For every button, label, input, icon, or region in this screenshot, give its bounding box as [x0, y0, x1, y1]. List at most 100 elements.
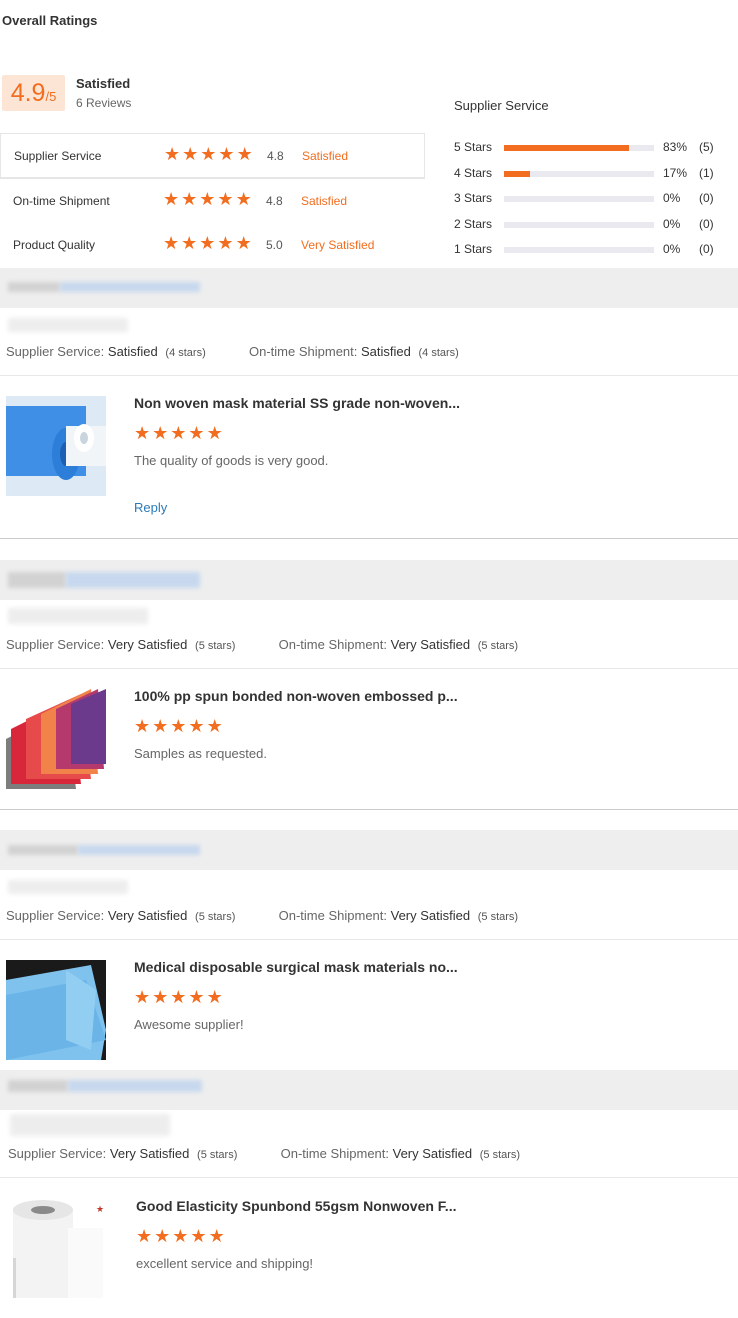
- category-level: Satisfied: [302, 149, 349, 163]
- product-title[interactable]: Non woven mask material SS grade non-wov…: [134, 395, 460, 411]
- star-icon: ★: [190, 1226, 207, 1247]
- breakdown-label: 1 Stars: [454, 242, 493, 256]
- category-row-supplier-service: Supplier Service ★ ★ ★ ★ ★ 4.8 Satisfied: [0, 133, 425, 178]
- breakdown-percent: 0%: [663, 191, 681, 205]
- breakdown-bar-track: [504, 221, 654, 228]
- category-score: 4.8: [267, 149, 284, 163]
- service-label: Supplier Service:: [6, 344, 105, 359]
- star-icon: ★: [206, 987, 223, 1008]
- category-ratings-table: Supplier Service ★ ★ ★ ★ ★ 4.8 Satisfied On-…: [0, 133, 425, 268]
- reviewer-name-blurred: [68, 1080, 202, 1092]
- breakdown-percent: 17%: [663, 165, 688, 180]
- star-icon: ★: [154, 1226, 171, 1247]
- category-name: Product Quality: [13, 238, 96, 252]
- shipment-label: On-time Shipment:: [249, 344, 358, 359]
- star-icon: ★: [200, 144, 217, 165]
- shipment-value: Very Satisfied: [390, 908, 471, 923]
- review-service-line: Supplier Service: Very Satisfied (5 star…: [6, 637, 518, 652]
- review-card: Supplier Service: Very Satisfied (5 star…: [0, 560, 738, 812]
- breakdown-row: 1 Stars 0% (0): [454, 240, 738, 266]
- white-fabric-roll-image[interactable]: ★: [8, 1198, 108, 1298]
- category-level: Satisfied: [301, 194, 348, 208]
- product-title[interactable]: 100% pp spun bonded non-woven embossed p…: [134, 688, 458, 704]
- category-stars: ★ ★ ★ ★ ★: [164, 146, 253, 164]
- reviewer-name-blurred: [60, 282, 200, 292]
- shipment-stars: (5 stars): [477, 640, 519, 652]
- svg-text:★: ★: [96, 1205, 104, 1215]
- breakdown-percent: 83%: [663, 140, 688, 154]
- shipment-stars: (4 stars): [418, 347, 459, 359]
- service-stars: (5 stars): [195, 911, 236, 923]
- breakdown-bar-fill: [504, 145, 629, 151]
- star-icon: ★: [164, 144, 181, 165]
- overall-score-denominator: /5: [45, 89, 57, 104]
- review-stars: ★ ★ ★ ★ ★: [134, 989, 223, 1007]
- review-date-blurred: [8, 608, 148, 624]
- star-icon: ★: [163, 233, 180, 254]
- reviewer-avatar-blurred: [8, 1080, 68, 1092]
- category-row-on-time-shipment: On-time Shipment ★ ★ ★ ★ ★ 4.8 Satisfied: [0, 178, 425, 223]
- star-icon: ★: [152, 423, 169, 444]
- breakdown-count: (1): [699, 165, 714, 180]
- shipment-label: On-time Shipment:: [278, 637, 387, 652]
- breakdown-bar-fill: [504, 170, 530, 177]
- star-icon: ★: [188, 987, 205, 1008]
- reviewer-header: [0, 1070, 738, 1110]
- star-icon: ★: [208, 1226, 225, 1247]
- reviewer-name-blurred: [66, 572, 200, 588]
- review-comment: excellent service and shipping!: [136, 1256, 314, 1271]
- review-stars: ★ ★ ★ ★ ★: [134, 718, 223, 736]
- review-card: Supplier Service: Very Satisfied (5 star…: [0, 830, 738, 1070]
- category-row-product-quality: Product Quality ★ ★ ★ ★ ★ 5.0 Very Satisfied: [0, 223, 425, 268]
- reply-link[interactable]: Reply: [134, 500, 167, 515]
- colored-fabric-sheets-image[interactable]: [6, 689, 106, 789]
- breakdown-bar-track: [504, 170, 654, 177]
- star-icon: ★: [182, 144, 199, 165]
- overall-score-badge: 4.9 /5: [2, 75, 65, 111]
- breakdown-percent: 0%: [663, 216, 681, 231]
- reviewer-avatar-blurred: [8, 845, 78, 855]
- blue-fabric-sheet-image[interactable]: [6, 960, 106, 1060]
- reviews-count: 6 Reviews: [76, 96, 132, 110]
- star-icon: ★: [136, 1226, 153, 1247]
- category-stars: ★ ★ ★ ★ ★: [163, 191, 252, 209]
- star-icon: ★: [170, 987, 187, 1008]
- star-icon: ★: [217, 189, 234, 210]
- reviewer-avatar-blurred: [8, 282, 60, 292]
- star-icon: ★: [218, 144, 235, 165]
- star-icon: ★: [181, 189, 198, 210]
- star-icon: ★: [199, 233, 216, 254]
- page-title: Overall Ratings: [2, 13, 98, 28]
- breakdown-title: Supplier Service: [454, 98, 549, 113]
- breakdown-label: 5 Stars: [454, 140, 493, 154]
- star-icon: ★: [181, 233, 198, 254]
- star-icon: ★: [217, 233, 234, 254]
- review-card: Supplier Service: Satisfied (4 stars) On…: [0, 268, 738, 540]
- review-stars: ★ ★ ★ ★ ★: [136, 1228, 225, 1246]
- service-label: Supplier Service:: [6, 637, 105, 652]
- breakdown-bar-track: [504, 247, 654, 253]
- star-icon: ★: [188, 423, 205, 444]
- breakdown-row: 4 Stars 17% (1): [454, 164, 738, 190]
- service-value: Very Satisfied: [107, 908, 188, 923]
- product-title[interactable]: Good Elasticity Spunbond 55gsm Nonwoven …: [136, 1198, 456, 1214]
- shipment-stars: (5 stars): [479, 1149, 521, 1161]
- shipment-value: Very Satisfied: [390, 637, 471, 652]
- shipment-label: On-time Shipment:: [278, 908, 387, 923]
- blue-fabric-roll-image[interactable]: [6, 396, 106, 496]
- review-date-blurred: [8, 880, 128, 894]
- star-icon: ★: [163, 189, 180, 210]
- star-icon: ★: [172, 1226, 189, 1247]
- star-icon: ★: [134, 716, 151, 737]
- star-breakdown: 5 Stars 83% (5) 4 Stars 17% (1) 3 Stars 0% (0) 2 …: [454, 138, 738, 266]
- breakdown-count: (0): [699, 216, 714, 231]
- star-icon: ★: [152, 987, 169, 1008]
- review-service-line: Supplier Service: Satisfied (4 stars) On…: [6, 344, 459, 359]
- reviewer-name-blurred: [78, 845, 200, 855]
- star-icon: ★: [235, 189, 252, 210]
- service-stars: (5 stars): [197, 1149, 238, 1161]
- product-title[interactable]: Medical disposable surgical mask materia…: [134, 959, 458, 975]
- star-icon: ★: [152, 716, 169, 737]
- breakdown-row: 3 Stars 0% (0): [454, 189, 738, 215]
- overall-score: 4.9: [10, 79, 46, 107]
